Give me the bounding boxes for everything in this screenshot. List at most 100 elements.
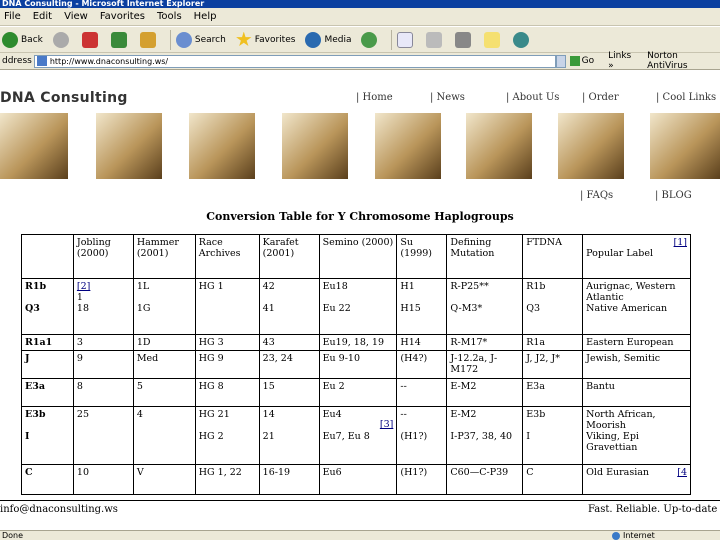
site-logo[interactable]: DNA Consulting: [0, 90, 128, 106]
nav-cool-links[interactable]: | Cool Links: [656, 92, 716, 103]
footnote-link[interactable]: [2]: [77, 281, 90, 292]
discuss-button[interactable]: [482, 29, 505, 51]
table-cell: 15: [258, 378, 320, 407]
table-row: R1a1 3 1D HG 3 43 Eu19, 18, 19 H14 R-M17* R1a Eas…: [21, 334, 691, 351]
cell-text: 1 18: [76, 292, 89, 314]
column-header: Defining Mutation: [446, 234, 524, 279]
portrait-photo: [0, 113, 68, 179]
site-footer: info@dnaconsulting.ws Fast. Reliable. Up…: [0, 500, 720, 518]
media-button[interactable]: Media: [303, 29, 353, 51]
menu-help[interactable]: Help: [194, 11, 217, 22]
column-header-label: FTDNA: [526, 237, 562, 248]
nav-news[interactable]: | News: [430, 92, 465, 103]
address-dropdown-icon[interactable]: [555, 54, 566, 68]
table-row: E3b I 25 4 HG 21 HG 2 14 21 Eu4 Eu7, Eu 8 [3…: [21, 406, 691, 465]
table-cell: C60—C-P39: [446, 464, 524, 495]
table-cell: R-P25** Q-M3*: [446, 278, 524, 335]
column-header: Su (1999): [396, 234, 448, 279]
haplogroup-cell: R1a1: [21, 334, 74, 351]
back-button[interactable]: Back: [0, 29, 45, 51]
mail-button[interactable]: [395, 29, 418, 51]
portrait-photo: [282, 113, 348, 179]
table-cell: --: [396, 378, 448, 407]
forward-button[interactable]: [51, 29, 74, 51]
table-cell: 25: [72, 406, 134, 465]
nav-about[interactable]: | About Us: [506, 92, 559, 103]
nav-order[interactable]: | Order: [582, 92, 619, 103]
search-button[interactable]: Search: [174, 29, 228, 51]
stop-icon: [81, 31, 98, 48]
footnote-link[interactable]: [3]: [380, 419, 393, 430]
table-cell: 16-19: [258, 464, 320, 495]
table-cell: Eu 9-10: [318, 350, 398, 379]
go-button[interactable]: Go: [569, 56, 594, 66]
links-button[interactable]: Links »: [608, 51, 639, 71]
table-cell: 1L 1G: [132, 278, 196, 335]
address-url: http://www.dnaconsulting.ws/: [49, 56, 169, 66]
back-label: Back: [21, 34, 43, 45]
nav-blog[interactable]: | BLOG: [655, 190, 692, 201]
window-title: DNA Consulting - Microsoft Internet Expl…: [0, 0, 720, 8]
table-row: J 9 Med HG 9 23, 24 Eu 9-10 (H4?) J-12.2a, J-M1…: [21, 350, 691, 379]
toolbar-divider: [169, 29, 171, 50]
table-row: R1b Q3 [2] 1 18 1L 1G HG 1 42 41 Eu18 Eu 22 H…: [21, 278, 691, 335]
haplogroup-cell: J: [21, 350, 74, 379]
footnote-link[interactable]: [4: [677, 467, 687, 478]
nav-faqs[interactable]: | FAQs: [580, 190, 613, 201]
address-input[interactable]: http://www.dnaconsulting.ws/: [33, 54, 556, 68]
history-button[interactable]: [359, 29, 382, 51]
table-cell: 5: [132, 378, 196, 407]
table-body: R1b Q3 [2] 1 18 1L 1G HG 1 42 41 Eu18 Eu 22 H…: [21, 278, 691, 495]
page-icon: [36, 56, 47, 66]
home-icon: [139, 31, 156, 48]
favorites-button[interactable]: Favorites: [234, 29, 298, 51]
menu-tools[interactable]: Tools: [157, 11, 182, 22]
table-cell: Jewish, Semitic: [582, 350, 691, 379]
column-header-label: Race Archives: [198, 237, 241, 259]
portrait-photo: [189, 113, 255, 179]
refresh-button[interactable]: [109, 29, 132, 51]
table-cell: H14: [396, 334, 448, 351]
menu-file[interactable]: File: [4, 11, 21, 22]
nav-home[interactable]: | Home: [356, 92, 393, 103]
table-cell: (H1?): [396, 464, 448, 495]
go-arrow-icon: [569, 56, 580, 66]
column-header-label: Popular Label: [586, 248, 654, 259]
table-cell: R1b Q3: [522, 278, 584, 335]
toolbar: Back Search Favorites Media: [0, 27, 720, 53]
footer-tagline: Fast. Reliable. Up-to-date: [588, 504, 718, 515]
print-button[interactable]: [424, 29, 447, 51]
table-cell: 23, 24: [258, 350, 320, 379]
table-cell: Eastern European: [582, 334, 691, 351]
column-header-label: Jobling (2000): [76, 237, 111, 259]
footer-email[interactable]: info@dnaconsulting.ws: [0, 504, 118, 515]
menu-edit[interactable]: Edit: [33, 11, 52, 22]
table-cell: North African, Moorish Viking, Epi Grave…: [582, 406, 691, 465]
messenger-icon: [513, 31, 530, 48]
table-cell: 42 41: [258, 278, 320, 335]
table-cell: [4 Old Eurasian: [582, 464, 691, 495]
portrait-photo: [650, 113, 720, 179]
search-icon: [175, 31, 192, 48]
stop-button[interactable]: [80, 29, 103, 51]
table-cell: R-M17*: [446, 334, 524, 351]
footnote-link[interactable]: [1]: [674, 237, 687, 248]
haplogroup-cell: E3a: [21, 378, 74, 407]
table-cell: Eu6: [318, 464, 398, 495]
table-cell: 1D: [132, 334, 196, 351]
menu-view[interactable]: View: [64, 11, 88, 22]
table-cell: 14 21: [258, 406, 320, 465]
home-button[interactable]: [138, 29, 161, 51]
table-cell: Med: [132, 350, 196, 379]
column-header-label: Hammer (2001): [136, 237, 179, 259]
norton-button[interactable]: Norton AntiVirus: [647, 51, 720, 71]
mail-icon: [397, 31, 414, 48]
table-cell: HG 3: [194, 334, 260, 351]
messenger-button[interactable]: [511, 29, 534, 51]
print-icon: [426, 31, 443, 48]
edit-button[interactable]: [453, 29, 476, 51]
portrait-photo: [558, 113, 624, 179]
column-header-label: Karafet (2001): [262, 237, 299, 259]
menu-favorites[interactable]: Favorites: [100, 11, 145, 22]
refresh-icon: [110, 31, 127, 48]
